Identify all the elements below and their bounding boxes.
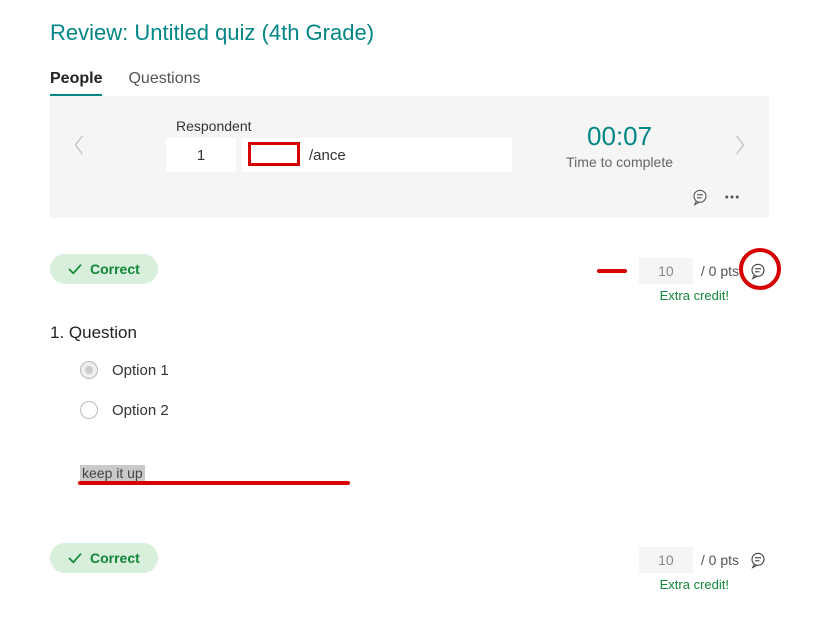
respondent-feedback-button[interactable] <box>689 186 711 208</box>
points-input[interactable]: 10 <box>639 547 693 573</box>
tab-questions[interactable]: Questions <box>128 70 200 96</box>
next-respondent-button[interactable] <box>731 128 749 162</box>
points-area: 10 / 0 pts <box>639 547 769 573</box>
correct-label: Correct <box>90 261 140 277</box>
feedback-text[interactable]: keep it up <box>80 465 145 481</box>
tab-people[interactable]: People <box>50 70 102 96</box>
tabs: People Questions <box>50 70 769 96</box>
feedback-comment: keep it up <box>80 465 145 481</box>
respondent-name-field[interactable]: /ance <box>242 138 512 172</box>
respondent-fields: 1 /ance <box>166 138 512 172</box>
respondent-row: Respondent 1 /ance 00:07 Time to complet… <box>70 118 749 172</box>
correct-label: Correct <box>90 550 140 566</box>
question-feedback-button[interactable] <box>747 260 769 282</box>
chat-icon <box>691 188 709 206</box>
respondent-index[interactable]: 1 <box>166 138 236 172</box>
radio-option-1[interactable] <box>80 361 98 379</box>
points-input[interactable]: 10 <box>639 258 693 284</box>
points-area: 10 / 0 pts <box>597 258 769 284</box>
chevron-left-icon <box>72 133 86 157</box>
extra-credit-label: Extra credit! <box>50 577 769 592</box>
extra-credit-label: Extra credit! <box>50 288 769 303</box>
points-suffix: / 0 pts <box>701 552 739 568</box>
more-options-button[interactable] <box>721 186 743 208</box>
check-icon <box>68 552 82 564</box>
time-label: Time to complete <box>566 154 673 170</box>
question-1: Correct 10 / 0 pts Extra credit! 1. Ques… <box>50 254 769 481</box>
points-suffix: / 0 pts <box>701 263 739 279</box>
options-list: Option 1 Option 2 <box>80 361 769 419</box>
question-feedback-button[interactable] <box>747 549 769 571</box>
option-2-label: Option 2 <box>112 402 169 419</box>
more-icon <box>723 188 741 206</box>
respondent-name-text: /ance <box>309 147 346 164</box>
time-value: 00:07 <box>566 121 673 152</box>
option-1-label: Option 1 <box>112 362 169 379</box>
respondent-block: Respondent 1 /ance <box>166 118 512 172</box>
chevron-right-icon <box>733 133 747 157</box>
redaction-annotation <box>248 142 300 166</box>
respondent-label: Respondent <box>176 118 512 134</box>
annotation-dash <box>597 269 627 273</box>
radio-option-2[interactable] <box>80 401 98 419</box>
option-2: Option 2 <box>80 401 769 419</box>
time-block: 00:07 Time to complete <box>566 121 673 170</box>
page-title: Review: Untitled quiz (4th Grade) <box>50 20 769 46</box>
question-2: Correct 10 / 0 pts Extra credit! <box>50 543 769 592</box>
respondent-card: Respondent 1 /ance 00:07 Time to complet… <box>50 96 769 218</box>
chat-icon <box>749 551 767 569</box>
option-1: Option 1 <box>80 361 769 379</box>
prev-respondent-button[interactable] <box>70 128 88 162</box>
correct-badge: Correct <box>50 543 158 573</box>
annotation-underline <box>78 481 350 485</box>
review-page: Review: Untitled quiz (4th Grade) People… <box>0 0 819 592</box>
card-actions <box>70 186 749 208</box>
question-title: 1. Question <box>50 323 769 343</box>
correct-badge: Correct <box>50 254 158 284</box>
check-icon <box>68 263 82 275</box>
chat-icon <box>749 262 767 280</box>
